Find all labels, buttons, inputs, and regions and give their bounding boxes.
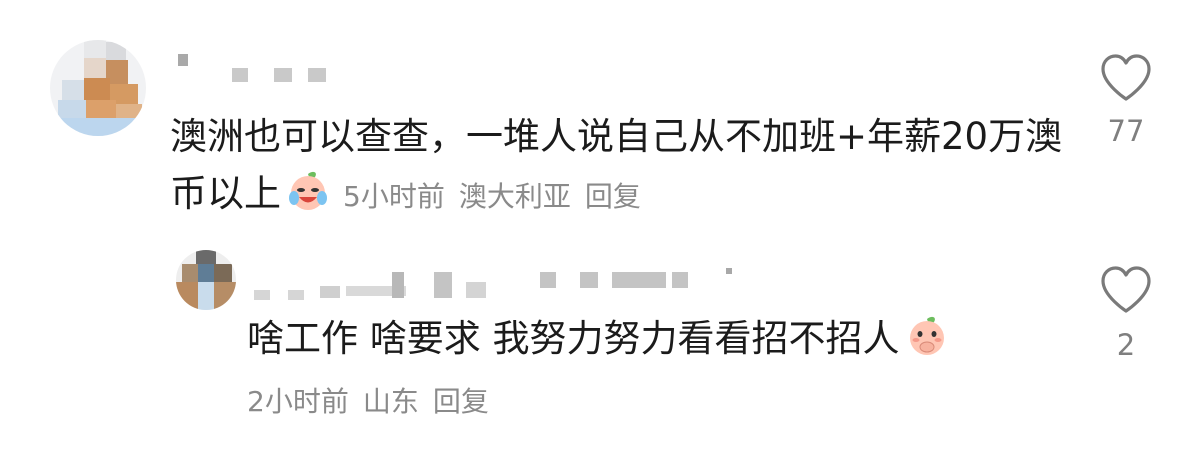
- avatar[interactable]: [50, 40, 146, 136]
- comment-body: 澳洲也可以查查，一堆人说自己从不加班+年薪20万澳币以上 5小时前 澳大利亚 回复: [170, 108, 1070, 225]
- username-redacted: [176, 48, 336, 88]
- heart-outline-icon[interactable]: [1098, 262, 1154, 318]
- comment-location: 山东: [362, 385, 419, 418]
- comment-text: 啥工作 啥要求 我努力努力看看招不招人: [247, 317, 900, 360]
- reply-button[interactable]: 回复: [585, 180, 641, 213]
- comment-item: 澳洲也可以查查，一堆人说自己从不加班+年薪20万澳币以上 5小时前 澳大利亚 回复 …: [0, 0, 1200, 230]
- comment-location: 澳大利亚: [458, 180, 571, 213]
- avatar[interactable]: [176, 250, 236, 310]
- comment-body: 啥工作 啥要求 我努力努力看看招不招人: [247, 310, 962, 367]
- heart-outline-icon[interactable]: [1098, 50, 1154, 106]
- username-redacted: [250, 262, 750, 302]
- like-count: 2: [1116, 328, 1136, 362]
- comment-meta: 2小时前 山东 回复: [247, 380, 503, 424]
- crying-laughing-peach-emoji: [287, 170, 329, 212]
- peach-hand-on-mouth-emoji: [906, 315, 948, 357]
- comment-time: 5小时前: [343, 180, 445, 213]
- reply-button[interactable]: 回复: [433, 385, 489, 418]
- like-count: 77: [1107, 114, 1145, 148]
- comment-time: 2小时前: [247, 385, 349, 418]
